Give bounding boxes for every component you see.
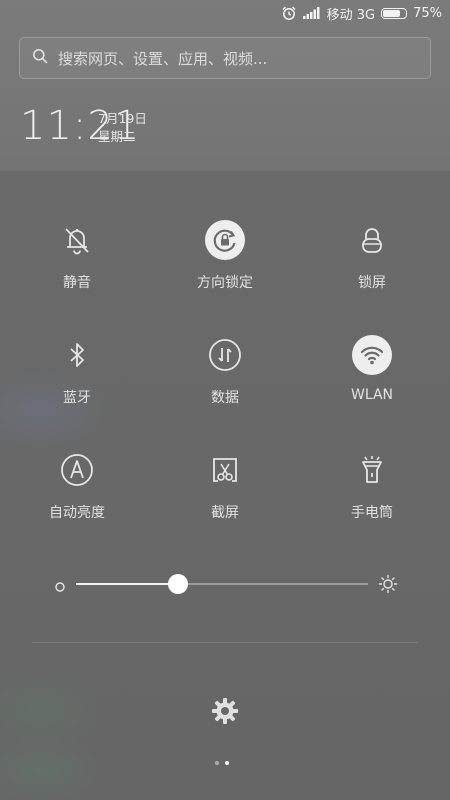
flashlight-icon bbox=[352, 450, 392, 490]
toggle-flashlight[interactable]: 手电筒 bbox=[297, 450, 447, 540]
auto-brightness-icon bbox=[57, 450, 97, 490]
settings-button[interactable] bbox=[210, 696, 240, 726]
search-icon bbox=[32, 48, 48, 68]
carrier-label: 移动 3G bbox=[326, 7, 376, 23]
toggle-label: 数据 bbox=[211, 390, 239, 406]
date-label: 7月19日 bbox=[98, 111, 147, 126]
toggle-label: 蓝牙 bbox=[63, 390, 91, 406]
toggle-label: 截屏 bbox=[211, 505, 239, 521]
battery-icon bbox=[381, 7, 408, 19]
page-dot bbox=[215, 761, 219, 765]
screenshot-icon bbox=[205, 450, 245, 490]
weekday-label: 星期二 bbox=[98, 129, 136, 144]
search-input[interactable]: 搜索网页、设置、应用、视频... bbox=[58, 48, 267, 69]
search-bar[interactable]: 搜索网页、设置、应用、视频... bbox=[19, 37, 431, 79]
toggle-label: 自动亮度 bbox=[49, 505, 105, 521]
battery-percent: 75% bbox=[413, 5, 442, 21]
alarm-icon bbox=[281, 5, 297, 21]
status-bar: 移动 3G 75% bbox=[0, 0, 450, 26]
brightness-track-fill bbox=[76, 583, 179, 585]
toggle-label: 锁屏 bbox=[358, 275, 386, 291]
toggle-wlan[interactable]: WLAN bbox=[297, 335, 447, 425]
toggle-mute[interactable]: 静音 bbox=[2, 220, 152, 310]
toggle-label: 静音 bbox=[63, 275, 91, 291]
brightness-track[interactable] bbox=[76, 583, 368, 585]
brightness-slider[interactable] bbox=[54, 572, 398, 596]
toggle-lock-screen[interactable]: 锁屏 bbox=[297, 220, 447, 310]
lock-icon bbox=[352, 220, 392, 260]
brightness-low-icon bbox=[54, 578, 66, 597]
toggle-rotation-lock[interactable]: 方向锁定 bbox=[150, 220, 300, 310]
bell-off-icon bbox=[57, 220, 97, 260]
toggle-screenshot[interactable]: 截屏 bbox=[150, 450, 300, 540]
clock-date[interactable]: 7月19日 星期二 bbox=[98, 110, 147, 146]
toggle-label: 方向锁定 bbox=[197, 275, 253, 291]
wifi-icon bbox=[352, 335, 392, 375]
toggle-mobile-data[interactable]: 数据 bbox=[150, 335, 300, 425]
toggle-label: 手电筒 bbox=[351, 505, 393, 521]
brightness-high-icon bbox=[378, 574, 398, 598]
toggle-auto-brightness[interactable]: 自动亮度 bbox=[2, 450, 152, 540]
bluetooth-icon bbox=[57, 335, 97, 375]
divider bbox=[32, 642, 418, 643]
gear-icon bbox=[210, 698, 240, 730]
brightness-thumb[interactable] bbox=[168, 574, 189, 594]
toggle-label: WLAN bbox=[350, 387, 393, 403]
rotation-lock-icon bbox=[205, 220, 245, 260]
signal-icon bbox=[302, 7, 321, 19]
battery-level bbox=[383, 9, 400, 17]
mobile-data-icon bbox=[205, 335, 245, 375]
toggle-bluetooth[interactable]: 蓝牙 bbox=[2, 335, 152, 425]
page-dot-current bbox=[225, 761, 229, 765]
page-indicator bbox=[215, 761, 229, 765]
